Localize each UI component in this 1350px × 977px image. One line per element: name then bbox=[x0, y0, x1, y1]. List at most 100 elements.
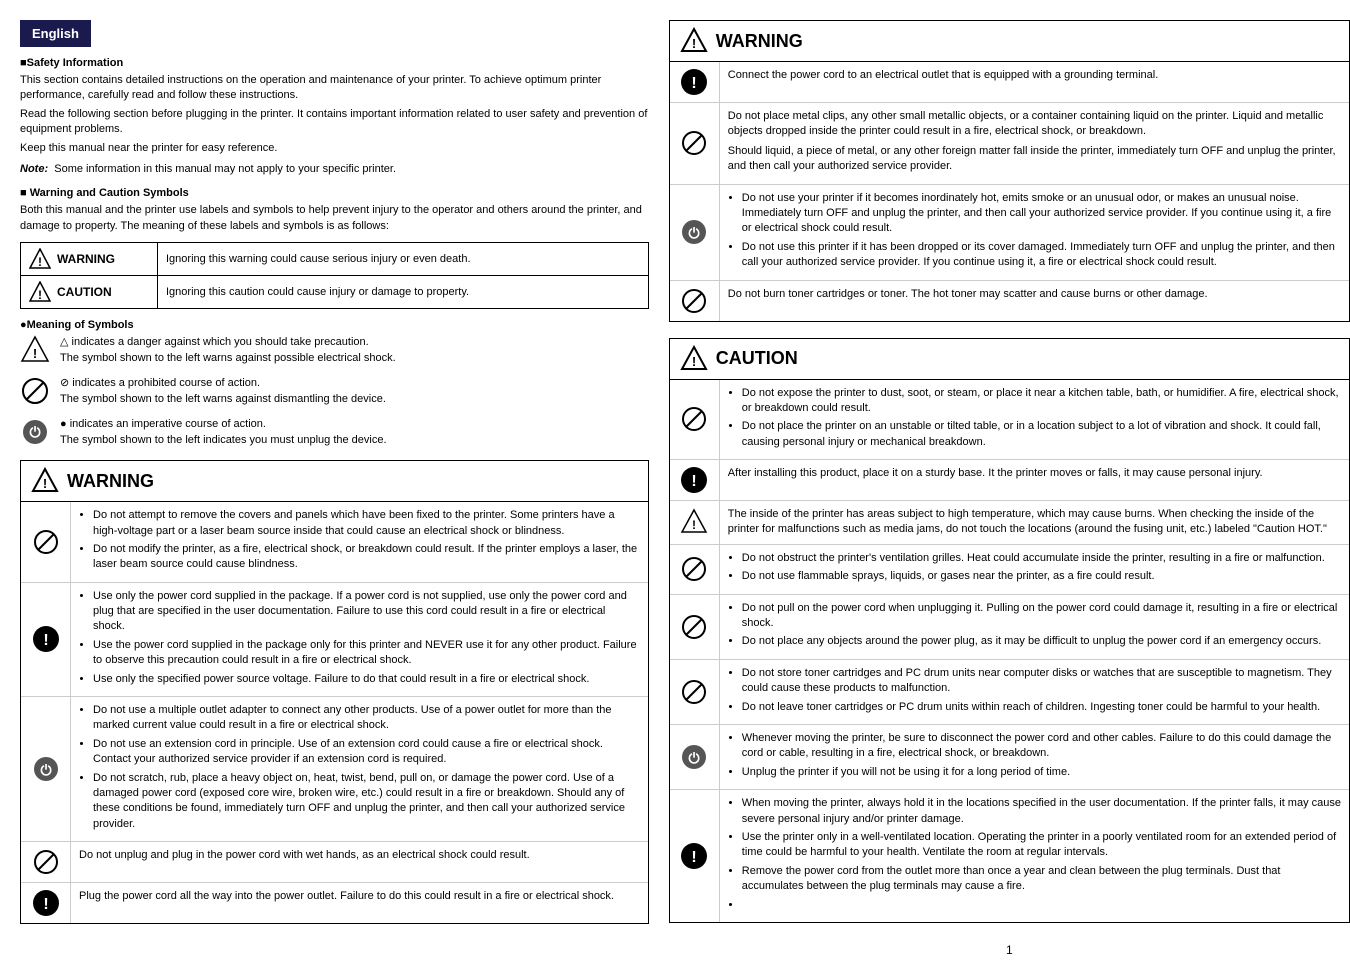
warning-rows-right: ! Connect the power cord to an electrica… bbox=[670, 62, 1349, 321]
warning-triangle-icon: ! bbox=[29, 248, 51, 270]
warning-box-right: ! WARNING ! Connect the power cord to an… bbox=[669, 20, 1350, 322]
safety-para-3: Keep this manual near the printer for ea… bbox=[20, 141, 649, 156]
symbols-table: ! WARNING Ignoring this warning could ca… bbox=[20, 242, 649, 309]
caution-label: CAUTION bbox=[57, 285, 112, 299]
wc-symbols-title: ■ Warning and Caution Symbols bbox=[20, 187, 649, 199]
note-text: Some information in this manual may not … bbox=[54, 163, 396, 175]
plug-icon: ⏻ bbox=[20, 417, 50, 450]
svg-text:!: ! bbox=[43, 896, 48, 913]
language-label: English bbox=[32, 26, 79, 41]
row-content: Do not use your printer if it becomes in… bbox=[720, 185, 1349, 280]
row-icon-circle-slash bbox=[670, 103, 720, 184]
row-icon-circle-slash bbox=[670, 545, 720, 594]
caution-row: ⏻ Whenever moving the printer, be sure t… bbox=[670, 725, 1349, 790]
meaning-row-plug: ⏻ ● indicates an imperative course of ac… bbox=[20, 417, 649, 450]
caution-row: Do not store toner cartridges and PC dru… bbox=[670, 660, 1349, 725]
row-icon-exclaim: ! bbox=[21, 883, 71, 923]
warning-row: Do not place metal clips, any other smal… bbox=[670, 103, 1349, 185]
row-content: Do not obstruct the printer's ventilatio… bbox=[720, 545, 1349, 594]
meaning-row-circle-slash: ⊘ indicates a prohibited course of actio… bbox=[20, 376, 649, 409]
svg-text:!: ! bbox=[692, 36, 696, 51]
meaning-section: ●Meaning of Symbols ! △ indicates a dang… bbox=[20, 319, 649, 450]
warning-row: Do not unplug and plug in the power cord… bbox=[21, 842, 648, 883]
right-column: ! WARNING ! Connect the power cord to an… bbox=[669, 20, 1350, 957]
row-content: Do not expose the printer to dust, soot,… bbox=[720, 380, 1349, 460]
row-content: The inside of the printer has areas subj… bbox=[720, 501, 1349, 544]
caution-rows: Do not expose the printer to dust, soot,… bbox=[670, 380, 1349, 922]
svg-text:!: ! bbox=[692, 849, 697, 866]
row-content: Connect the power cord to an electrical … bbox=[720, 62, 1349, 102]
warning-row: ! Connect the power cord to an electrica… bbox=[670, 62, 1349, 103]
svg-text:!: ! bbox=[43, 476, 47, 491]
row-icon-circle-slash bbox=[21, 502, 71, 582]
row-content: Do not unplug and plug in the power cord… bbox=[71, 842, 648, 882]
caution-row: Do not expose the printer to dust, soot,… bbox=[670, 380, 1349, 461]
row-icon-exclaim: ! bbox=[670, 62, 720, 102]
safety-section: ■Safety Information This section contain… bbox=[20, 57, 649, 177]
warning-caution-symbols: ■ Warning and Caution Symbols Both this … bbox=[20, 187, 649, 309]
caution-row: ! The inside of the printer has areas su… bbox=[670, 501, 1349, 545]
row-content: Do not attempt to remove the covers and … bbox=[71, 502, 648, 582]
caution-box-title: CAUTION bbox=[716, 348, 798, 369]
safety-para-2: Read the following section before pluggi… bbox=[20, 107, 649, 138]
row-content: Use only the power cord supplied in the … bbox=[71, 583, 648, 696]
caution-row: Do not pull on the power cord when unplu… bbox=[670, 595, 1349, 660]
warning-box-left-title: WARNING bbox=[67, 471, 154, 492]
meaning-text-triangle: △ indicates a danger against which you s… bbox=[60, 335, 649, 366]
caution-symbol-cell: ! CAUTION bbox=[29, 281, 149, 303]
caution-header-icon: ! bbox=[680, 345, 708, 373]
row-content: Do not pull on the power cord when unplu… bbox=[720, 595, 1349, 659]
safety-para-1: This section contains detailed instructi… bbox=[20, 73, 649, 104]
svg-text:⏻: ⏻ bbox=[29, 424, 40, 440]
safety-note: Note: Some information in this manual ma… bbox=[20, 162, 649, 177]
warning-row: Do not burn toner cartridges or toner. T… bbox=[670, 281, 1349, 321]
row-content: Do not use a multiple outlet adapter to … bbox=[71, 697, 648, 841]
row-content: After installing this product, place it … bbox=[720, 460, 1349, 500]
meaning-title: ●Meaning of Symbols bbox=[20, 319, 649, 331]
row-icon-plug: ⏻ bbox=[21, 697, 71, 841]
language-header: English bbox=[20, 20, 91, 47]
warning-row: ⏻ Do not use a multiple outlet adapter t… bbox=[21, 697, 648, 842]
caution-row: ! When moving the printer, always hold i… bbox=[670, 790, 1349, 922]
row-icon-exclaim: ! bbox=[670, 460, 720, 500]
warning-row: ⏻ Do not use your printer if it becomes … bbox=[670, 185, 1349, 281]
svg-text:!: ! bbox=[692, 354, 696, 369]
table-row: ! WARNING Ignoring this warning could ca… bbox=[21, 243, 649, 276]
meaning-row-triangle: ! △ indicates a danger against which you… bbox=[20, 335, 649, 368]
row-content: When moving the printer, always hold it … bbox=[720, 790, 1349, 922]
row-icon-circle-slash bbox=[670, 281, 720, 321]
warning-box-right-title: WARNING bbox=[716, 31, 803, 52]
warning-row: Do not attempt to remove the covers and … bbox=[21, 502, 648, 583]
svg-text:!: ! bbox=[692, 75, 697, 92]
safety-title: ■Safety Information bbox=[20, 57, 649, 69]
svg-text:!: ! bbox=[38, 255, 42, 269]
table-row: ! CAUTION Ignoring this caution could ca… bbox=[21, 276, 649, 309]
warning-rows-left: Do not attempt to remove the covers and … bbox=[21, 502, 648, 923]
row-content: Do not burn toner cartridges or toner. T… bbox=[720, 281, 1349, 321]
warning-label: WARNING bbox=[57, 252, 115, 266]
row-icon-triangle: ! bbox=[670, 501, 720, 544]
row-content: Do not store toner cartridges and PC dru… bbox=[720, 660, 1349, 724]
svg-text:⏻: ⏻ bbox=[689, 750, 700, 766]
svg-text:!: ! bbox=[692, 473, 697, 490]
warning-header-icon: ! bbox=[31, 467, 59, 495]
row-icon-circle-slash bbox=[21, 842, 71, 882]
warning-description: Ignoring this warning could cause seriou… bbox=[158, 243, 649, 276]
svg-text:!: ! bbox=[43, 632, 48, 649]
meaning-text-plug: ● indicates an imperative course of acti… bbox=[60, 417, 649, 448]
row-content: Plug the power cord all the way into the… bbox=[71, 883, 648, 923]
caution-description: Ignoring this caution could cause injury… bbox=[158, 276, 649, 309]
row-content: Whenever moving the printer, be sure to … bbox=[720, 725, 1349, 789]
svg-text:⏻: ⏻ bbox=[40, 762, 51, 778]
caution-triangle-icon: ! bbox=[29, 281, 51, 303]
page-number: 1 bbox=[669, 943, 1350, 957]
warning-header-icon-right: ! bbox=[680, 27, 708, 55]
svg-text:!: ! bbox=[33, 346, 37, 361]
caution-row: Do not obstruct the printer's ventilatio… bbox=[670, 545, 1349, 595]
triangle-icon: ! bbox=[20, 335, 50, 368]
svg-text:⏻: ⏻ bbox=[689, 225, 700, 241]
wc-symbols-intro: Both this manual and the printer use lab… bbox=[20, 203, 649, 234]
meaning-text-circle-slash: ⊘ indicates a prohibited course of actio… bbox=[60, 376, 649, 407]
warning-box-right-header: ! WARNING bbox=[670, 21, 1349, 62]
svg-text:!: ! bbox=[692, 518, 696, 532]
